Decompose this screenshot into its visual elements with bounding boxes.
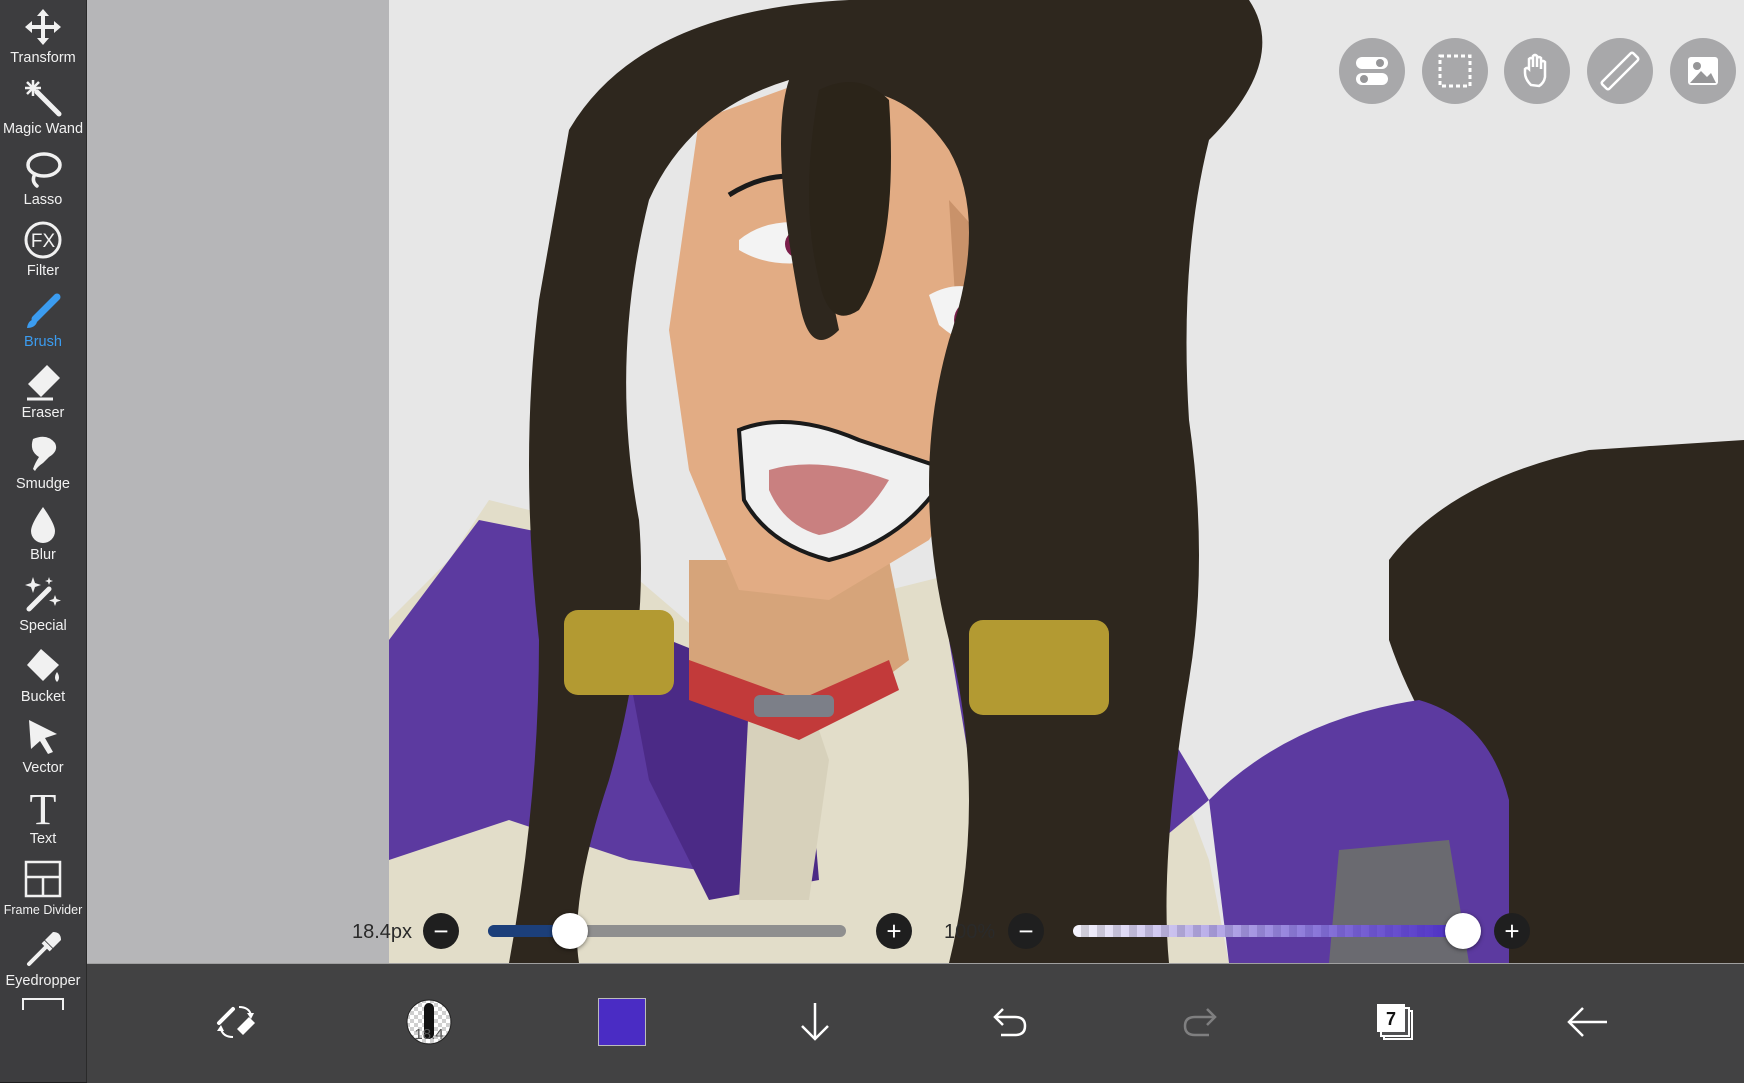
tool-label: Special (19, 618, 67, 634)
bottom-toolbar: 18.4 7 (87, 963, 1744, 1083)
download-arrow-icon (801, 1003, 829, 1041)
tool-transform[interactable]: Transform (0, 0, 86, 71)
tool-label: Brush (24, 334, 62, 350)
undo-icon (993, 1008, 1027, 1037)
brush-icon (27, 293, 61, 328)
tool-label: Vector (22, 760, 64, 776)
tool-label: Lasso (23, 192, 63, 208)
tool-label: Smudge (15, 476, 70, 492)
svg-text:18.4: 18.4 (414, 1026, 443, 1043)
brush-size-value: 18.4px (352, 921, 413, 943)
tool-bucket[interactable]: Bucket (0, 639, 86, 710)
swap-tools-icon (217, 1006, 255, 1038)
selection-icon (1438, 54, 1472, 88)
tool-filter[interactable]: FX Filter (0, 213, 86, 284)
left-toolbar: Transform Magic Wand Lasso FX Filter Bru… (0, 0, 87, 1082)
bucket-icon (27, 649, 59, 682)
tool-label: Eyedropper (5, 973, 81, 989)
brush-size-increase-button[interactable]: + (876, 913, 912, 949)
tool-label: Filter (26, 263, 60, 279)
canvas-margin (87, 0, 389, 963)
smudge-icon (31, 436, 57, 471)
image-icon (1688, 57, 1718, 85)
image-button[interactable] (1670, 38, 1736, 104)
tool-label: Frame Divider (3, 903, 83, 917)
tool-magic-wand[interactable]: Magic Wand (0, 71, 86, 142)
svg-text:T: T (30, 788, 57, 828)
brush-preview-icon: 18.4 (406, 999, 452, 1045)
frame-divider-icon (24, 860, 62, 898)
hand-icon (1523, 53, 1547, 88)
move-arrows-icon (25, 9, 61, 45)
tool-label: Blur (30, 547, 56, 563)
magic-wand-icon (25, 80, 62, 117)
opacity-fill (1073, 925, 1463, 937)
opacity-decrease-button[interactable]: − (1008, 913, 1044, 949)
toolbar-overflow-icon (22, 998, 64, 1010)
tool-text[interactable]: T Text (0, 781, 86, 852)
toggle-icon (1356, 57, 1388, 85)
eyedropper-icon (27, 932, 61, 966)
tool-label: Transform (10, 50, 76, 66)
tool-eyedropper[interactable]: Eyedropper (0, 923, 86, 994)
download-button[interactable] (785, 992, 845, 1052)
opacity-thumb[interactable] (1445, 913, 1481, 949)
layers-icon: 7 (1377, 1004, 1413, 1040)
tool-label: Bucket (20, 689, 66, 705)
svg-text:7: 7 (1386, 1009, 1396, 1029)
selection-button[interactable] (1422, 38, 1488, 104)
toggle-button[interactable] (1339, 38, 1405, 104)
hand-button[interactable] (1504, 38, 1570, 104)
eraser-icon (27, 365, 60, 401)
droplet-icon (31, 507, 55, 543)
color-swatch-button[interactable] (592, 992, 652, 1052)
ruler-icon (1600, 51, 1640, 91)
text-t-icon: T (30, 788, 57, 828)
sparkle-pen-icon (25, 577, 61, 612)
tool-frame-divider[interactable]: Frame Divider (0, 852, 86, 923)
tool-label: Eraser (21, 405, 65, 421)
tool-brush[interactable]: Brush (0, 284, 86, 355)
opacity-increase-button[interactable]: + (1494, 913, 1530, 949)
fx-icon: FX (24, 221, 62, 259)
artwork-illustration (389, 0, 1744, 963)
tool-lasso[interactable]: Lasso (0, 142, 86, 213)
tool-blur[interactable]: Blur (0, 497, 86, 568)
swap-tools-button[interactable] (206, 992, 266, 1052)
tool-vector[interactable]: Vector (0, 710, 86, 781)
brush-size-decrease-button[interactable]: − (423, 913, 459, 949)
cursor-arrow-icon (29, 720, 57, 754)
tool-label: Text (29, 831, 57, 847)
svg-text:FX: FX (31, 231, 56, 252)
back-arrow-icon (1567, 1007, 1607, 1037)
tool-smudge[interactable]: Smudge (0, 426, 86, 497)
tool-special[interactable]: Special (0, 568, 86, 639)
redo-icon (1183, 1008, 1217, 1037)
color-swatch (598, 998, 646, 1046)
tool-label: Magic Wand (2, 121, 84, 137)
redo-button[interactable] (1172, 992, 1232, 1052)
lasso-icon (26, 152, 62, 188)
layers-button[interactable]: 7 (1365, 992, 1425, 1052)
brush-preview-button[interactable]: 18.4 (399, 992, 459, 1052)
drawing-canvas[interactable] (389, 0, 1744, 963)
back-button[interactable] (1558, 992, 1618, 1052)
ruler-button[interactable] (1587, 38, 1653, 104)
tool-eraser[interactable]: Eraser (0, 355, 86, 426)
opacity-value: 100% (944, 921, 996, 943)
undo-button[interactable] (978, 992, 1038, 1052)
